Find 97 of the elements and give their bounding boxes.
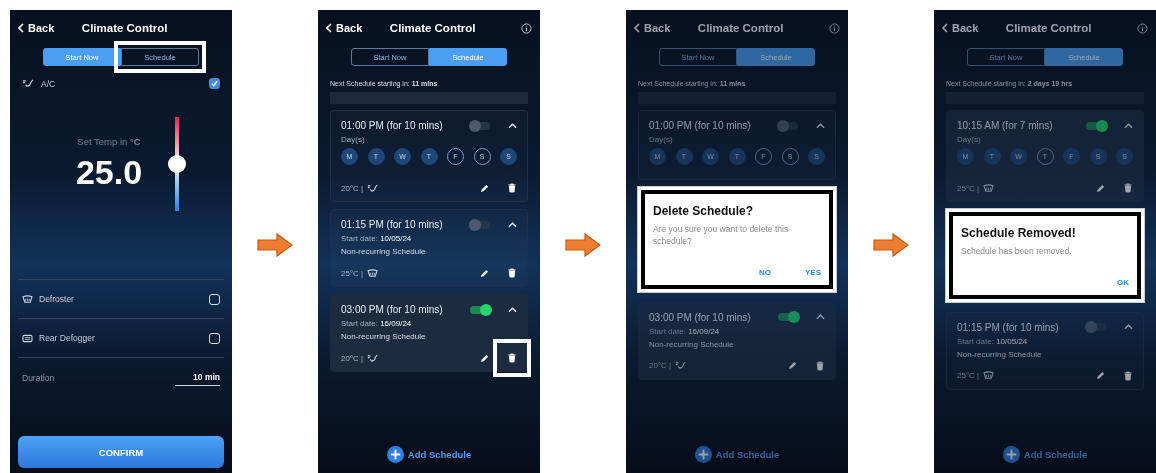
chevron-left-icon[interactable] (942, 23, 948, 33)
ac-icon (367, 183, 380, 193)
add-schedule-button[interactable]: Add Schedule (688, 445, 786, 464)
rear-window-icon (22, 333, 33, 343)
arrow-icon (873, 232, 909, 258)
ac-icon (22, 79, 35, 88)
schedule-time: 10:15 AM (for 7 mins) (957, 120, 1054, 131)
defroster-icon (983, 183, 995, 193)
chevron-up-icon[interactable] (508, 122, 517, 129)
schedule-time: 01:00 PM (for 10 mins) (341, 120, 444, 131)
schedule-temp: 25°C | (957, 183, 980, 193)
chevron-up-icon[interactable] (508, 221, 517, 228)
days-label: Day(s) (341, 135, 366, 144)
start-date-text: Start date: 16/09/24 (341, 319, 413, 328)
delete-icon[interactable] (815, 360, 825, 371)
screen-title: Climate Control (388, 22, 477, 34)
toggle-switch[interactable] (470, 305, 490, 314)
chevron-up-icon[interactable] (816, 122, 825, 129)
ac-icon (367, 353, 380, 363)
info-icon[interactable] (829, 22, 840, 34)
confirm-button[interactable]: CONFIRM (18, 436, 224, 468)
dialog-title: Delete Schedule? (653, 204, 755, 218)
option-label: Defroster (39, 294, 74, 304)
schedule-temp: 25°C | (957, 371, 980, 381)
back-button[interactable]: Back (326, 22, 363, 34)
start-date-text: Start date: 16/09/24 (649, 326, 721, 336)
days-label: Day(s) (957, 135, 982, 144)
schedule-temp: 20°C | (341, 353, 364, 363)
duration-label: Duration (22, 373, 55, 383)
recurrence-text: Non-recurring Schedule (341, 332, 427, 341)
edit-icon[interactable] (480, 353, 489, 363)
slider-thumb[interactable] (168, 155, 187, 173)
edit-icon[interactable] (480, 183, 489, 193)
edit-icon[interactable] (1096, 183, 1105, 193)
edit-icon[interactable] (480, 268, 489, 278)
dialog-message: Schedule has been removed. (961, 246, 1073, 258)
toggle-switch[interactable] (470, 220, 490, 229)
info-icon[interactable] (1137, 22, 1148, 34)
plus-icon[interactable] (694, 446, 712, 463)
info-icon[interactable] (521, 22, 532, 34)
toggle-switch[interactable] (1086, 323, 1106, 332)
ac-icon (675, 361, 688, 371)
delete-icon[interactable] (507, 268, 517, 278)
back-button[interactable]: Back (634, 22, 671, 34)
schedule-temp: 20°C | (649, 361, 672, 371)
delete-icon[interactable] (1123, 183, 1133, 193)
arrow-icon (565, 232, 601, 258)
add-schedule-button[interactable]: Add Schedule (996, 445, 1094, 464)
defroster-icon (983, 371, 995, 381)
plus-icon[interactable] (1002, 446, 1020, 463)
chevron-left-icon[interactable] (326, 23, 332, 33)
duration-field[interactable]: 10 min (175, 370, 220, 386)
screen-title: Climate Control (80, 22, 169, 34)
schedule-time: 01:00 PM (for 10 mins) (649, 120, 752, 131)
temp-label: Set Temp in °C (77, 136, 141, 147)
arrow-icon (257, 232, 293, 258)
recurrence-text: Non-recurring Schedule (341, 247, 427, 256)
recurrence-text: Non-recurring Schedule (957, 349, 1043, 359)
schedule-time: 03:00 PM (for 10 mins) (341, 304, 444, 315)
delete-icon[interactable] (507, 353, 517, 363)
schedule-temp: 25°C | (341, 268, 364, 278)
option-label: Rear Defogger (39, 333, 95, 343)
dialog-message: Are you sure you want to delete this schedule? (653, 224, 790, 248)
recurrence-text: Non-recurring Schedule (649, 339, 735, 349)
toggle-switch[interactable] (778, 313, 798, 322)
defroster-icon (22, 294, 33, 304)
chevron-left-icon[interactable] (634, 23, 640, 33)
schedule-time: 01:15 PM (for 10 mins) (341, 219, 444, 230)
edit-icon[interactable] (1096, 371, 1105, 381)
toggle-switch[interactable] (1086, 121, 1106, 130)
checkbox[interactable] (209, 78, 220, 89)
delete-icon[interactable] (507, 183, 517, 193)
chevron-up-icon[interactable] (508, 306, 517, 313)
start-date-text: Start date: 10/05/24 (957, 336, 1029, 346)
days-label: Day(s) (649, 135, 674, 144)
screen-title: Climate Control (1004, 22, 1093, 34)
schedule-temp: 20°C | (341, 183, 364, 193)
dialog-title: Schedule Removed! (961, 226, 1077, 240)
schedule-time: 01:15 PM (for 10 mins) (957, 321, 1060, 333)
screen-title: Climate Control (696, 22, 785, 34)
back-button[interactable]: Back (942, 22, 979, 34)
edit-icon[interactable] (788, 361, 797, 371)
start-date-text: Start date: 10/05/24 (341, 234, 413, 243)
temp-value: 25.0 (75, 153, 143, 192)
schedule-time: 03:00 PM (for 10 mins) (649, 311, 752, 323)
dialog-button[interactable]: YES (805, 267, 821, 277)
back-button[interactable]: Back (18, 22, 55, 34)
toggle-switch[interactable] (470, 121, 490, 130)
dialog-button[interactable]: OK (1117, 277, 1129, 287)
dialog-button[interactable]: NO (759, 267, 771, 277)
toggle-switch[interactable] (778, 121, 798, 130)
chevron-left-icon[interactable] (18, 23, 24, 33)
defroster-icon (367, 268, 379, 278)
ac-label: A/C (41, 78, 56, 89)
delete-icon[interactable] (1123, 370, 1133, 381)
plus-icon[interactable] (386, 446, 404, 463)
add-schedule-button[interactable]: Add Schedule (380, 445, 478, 464)
